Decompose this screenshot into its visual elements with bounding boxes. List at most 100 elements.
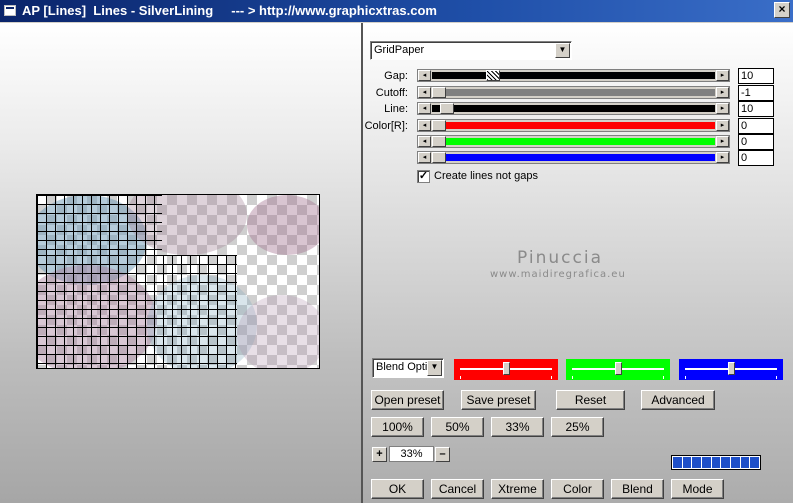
slider-tick — [572, 376, 573, 379]
preview-texture-6 — [237, 295, 319, 368]
window-title: AP [Lines] Lines - SilverLining --- > ht… — [22, 3, 437, 18]
slider-tick — [551, 376, 552, 379]
blend-red-slider[interactable] — [454, 359, 558, 380]
watermark-url: www.maidiregrafica.eu — [490, 269, 626, 280]
slider-track[interactable] — [432, 87, 715, 98]
zoom-25-button[interactable]: 25% — [551, 417, 604, 437]
slider[interactable]: ◂ ▸ — [417, 135, 730, 148]
slider-thumb[interactable] — [440, 103, 454, 114]
chevron-down-icon[interactable]: ▼ — [555, 43, 570, 58]
slider-track[interactable] — [432, 103, 715, 114]
arrow-right-icon[interactable]: ▸ — [716, 103, 729, 114]
slider[interactable]: ◂ ▸ — [417, 102, 730, 115]
create-lines-checkbox[interactable]: ✓ — [417, 170, 430, 183]
slider-value-field[interactable]: -1 — [738, 85, 774, 101]
arrow-left-icon[interactable]: ◂ — [418, 70, 431, 81]
slider-thumb[interactable] — [503, 362, 510, 375]
arrow-left-icon[interactable]: ◂ — [418, 136, 431, 147]
zoom-level-field[interactable]: 33% — [389, 446, 434, 462]
zoom-50-button[interactable]: 50% — [431, 417, 484, 437]
zoom-out-button[interactable]: – — [435, 447, 450, 462]
slider-track[interactable] — [432, 70, 715, 81]
title-bar: AP [Lines] Lines - SilverLining --- > ht… — [0, 0, 793, 22]
open-preset-button[interactable]: Open preset — [371, 390, 444, 410]
zoom-33-button[interactable]: 33% — [491, 417, 544, 437]
arrow-left-icon[interactable]: ◂ — [418, 152, 431, 163]
arrow-right-icon[interactable]: ▸ — [716, 87, 729, 98]
save-preset-button[interactable]: Save preset — [461, 390, 536, 410]
slider-thumb[interactable] — [728, 362, 735, 375]
slider-track[interactable] — [432, 136, 715, 147]
blend-blue-slider[interactable] — [679, 359, 783, 380]
zoom-in-button[interactable]: + — [372, 447, 387, 462]
arrow-right-icon[interactable]: ▸ — [716, 136, 729, 147]
slider-tick — [460, 376, 461, 379]
slider-label: Cutoff: — [375, 87, 408, 99]
preview-texture-4 — [247, 195, 319, 255]
slider-value-field[interactable]: 0 — [738, 134, 774, 150]
progress-indicator — [671, 455, 761, 470]
slider[interactable]: ◂ ▸ — [417, 151, 730, 164]
slider-thumb[interactable] — [432, 87, 446, 98]
slider-value-field[interactable]: 10 — [738, 101, 774, 117]
slider-fill — [432, 122, 715, 129]
slider-label: Color[R]: — [364, 120, 408, 132]
check-mark-icon: ✓ — [418, 170, 429, 182]
arrow-right-icon[interactable]: ▸ — [716, 152, 729, 163]
chevron-down-icon[interactable]: ▼ — [427, 360, 442, 376]
slider-thumb[interactable] — [432, 152, 446, 163]
slider-fill — [432, 105, 715, 112]
slider-tick — [776, 376, 777, 379]
slider[interactable]: ◂ ▸ — [417, 69, 730, 82]
arrow-right-icon[interactable]: ▸ — [716, 120, 729, 131]
progress-segment — [731, 457, 740, 468]
xtreme-button[interactable]: Xtreme — [491, 479, 544, 499]
preset-dropdown-value: GridPaper — [374, 44, 425, 56]
progress-segment — [673, 457, 682, 468]
slider-thumb[interactable] — [615, 362, 622, 375]
slider-label: Gap: — [384, 70, 408, 82]
slider-thumb[interactable] — [432, 136, 446, 147]
advanced-button[interactable]: Advanced — [641, 390, 715, 410]
progress-segment — [682, 457, 692, 468]
color-button[interactable]: Color — [551, 479, 604, 499]
slider[interactable]: ◂ ▸ — [417, 119, 730, 132]
slider-value-field[interactable]: 10 — [738, 68, 774, 84]
arrow-right-icon[interactable]: ▸ — [716, 70, 729, 81]
preset-dropdown[interactable]: GridPaper ▼ — [370, 41, 572, 60]
slider-thumb[interactable] — [486, 70, 500, 81]
slider-thumb[interactable] — [432, 120, 446, 131]
grid-lines-bottom — [37, 255, 237, 368]
blend-options-value: Blend Optio — [376, 361, 428, 373]
cancel-button[interactable]: Cancel — [431, 479, 484, 499]
close-button[interactable]: × — [774, 2, 790, 18]
preview-pane — [0, 23, 361, 503]
watermark-name: Pinuccia — [517, 248, 603, 268]
progress-segment — [721, 457, 731, 468]
blend-options-dropdown[interactable]: Blend Optio ▼ — [372, 358, 444, 378]
arrow-left-icon[interactable]: ◂ — [418, 120, 431, 131]
grid-lines-top — [37, 195, 162, 255]
arrow-left-icon[interactable]: ◂ — [418, 87, 431, 98]
slider-fill — [432, 154, 715, 161]
create-lines-label: Create lines not gaps — [434, 170, 538, 182]
slider-value-field[interactable]: 0 — [738, 118, 774, 134]
window-icon[interactable] — [4, 5, 16, 16]
reset-button[interactable]: Reset — [556, 390, 625, 410]
blend-button[interactable]: Blend — [611, 479, 664, 499]
progress-segment — [740, 457, 750, 468]
zoom-100-button[interactable]: 100% — [371, 417, 424, 437]
preview-image[interactable] — [36, 194, 320, 369]
progress-segment — [750, 457, 760, 468]
blend-green-slider[interactable] — [566, 359, 670, 380]
slider[interactable]: ◂ ▸ — [417, 86, 730, 99]
slider-tick — [685, 376, 686, 379]
arrow-left-icon[interactable]: ◂ — [418, 103, 431, 114]
ok-button[interactable]: OK — [371, 479, 424, 499]
slider-value-field[interactable]: 0 — [738, 150, 774, 166]
progress-segment — [702, 457, 711, 468]
slider-track[interactable] — [432, 120, 715, 131]
slider-track[interactable] — [432, 152, 715, 163]
mode-button[interactable]: Mode — [671, 479, 724, 499]
slider-fill — [432, 138, 715, 145]
